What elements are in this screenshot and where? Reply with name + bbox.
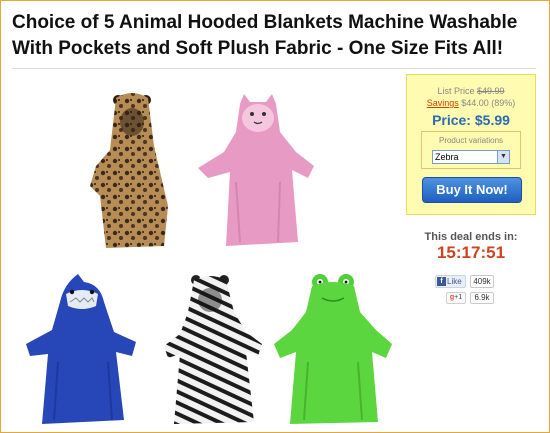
frog-blanket-image[interactable] — [272, 272, 394, 428]
variation-selected-value: Zebra — [435, 152, 459, 162]
product-title: Choice of 5 Animal Hooded Blankets Machi… — [12, 12, 518, 59]
price: Price: $5.99 — [407, 112, 535, 128]
facebook-like-label: Like — [447, 277, 462, 286]
list-price: List Price $49.99 — [407, 86, 535, 96]
google-plus-count: 6.9k — [470, 292, 494, 304]
zebra-blanket-image[interactable] — [162, 272, 264, 428]
title-divider — [12, 68, 536, 69]
variation-select[interactable]: Zebra ▼ — [432, 150, 510, 164]
google-plus-label: +1 — [454, 294, 463, 301]
facebook-like-count: 409k — [470, 275, 494, 288]
price-label: Price: — [432, 112, 471, 128]
facebook-icon: f — [437, 277, 446, 286]
deal-ends-label: This deal ends in: — [424, 231, 518, 243]
price-value: $5.99 — [474, 112, 510, 128]
leopard-blanket-image[interactable] — [88, 86, 176, 256]
shark-blanket-image[interactable] — [24, 272, 140, 428]
savings-value: $44.00 (89%) — [461, 98, 516, 108]
product-variations-box: Product variations Zebra ▼ — [421, 131, 521, 169]
facebook-like-button[interactable]: f Like — [435, 275, 466, 288]
countdown-timer: 15:17:51 — [436, 243, 506, 262]
savings: Savings $44.00 (89%) — [407, 98, 535, 108]
buy-it-now-button[interactable]: Buy It Now! — [422, 177, 522, 203]
savings-link[interactable]: Savings — [427, 98, 459, 108]
google-plus-button[interactable]: g+1 — [446, 292, 466, 304]
list-price-value: $49.99 — [477, 86, 505, 96]
chevron-down-icon[interactable]: ▼ — [497, 151, 509, 163]
list-price-label: List Price — [437, 86, 475, 96]
variations-label: Product variations — [438, 136, 504, 145]
cat-blanket-image[interactable] — [196, 92, 318, 252]
buy-box: List Price $49.99 Savings $44.00 (89%) P… — [406, 74, 536, 215]
